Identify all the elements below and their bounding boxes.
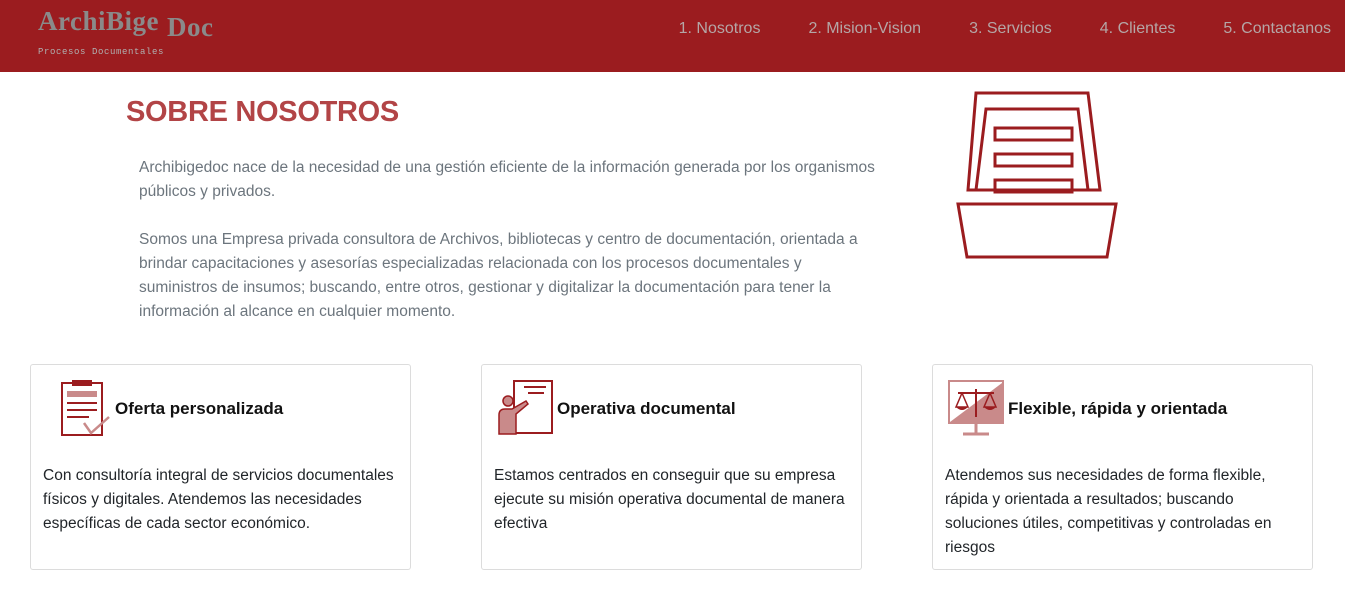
about-title: SOBRE NOSOTROS <box>126 96 399 128</box>
feature-card-oferta: Oferta personalizada Con consultoría int… <box>30 364 411 570</box>
brand-tagline: Procesos Documentales <box>38 47 165 57</box>
feature-title: Operativa documental <box>557 399 736 418</box>
balance-scale-icon <box>948 380 1004 436</box>
brand-logo-link[interactable]: ArchiBige Doc Procesos Documentales <box>38 6 214 57</box>
nav-link-clientes[interactable]: 4. Clientes <box>1100 20 1176 38</box>
nav-link-mision-vision[interactable]: 2. Mision-Vision <box>808 20 921 38</box>
feature-text: Atendemos sus necesidades de forma flexi… <box>945 467 1272 556</box>
navbar: ArchiBige Doc Procesos Documentales 1. No… <box>0 0 1345 72</box>
feature-title: Oferta personalizada <box>115 399 284 418</box>
presenter-icon <box>498 380 553 435</box>
clipboard-icon <box>61 380 110 436</box>
about-paragraph-description: Somos una Empresa privada consultora de … <box>139 231 858 320</box>
feature-card-operativa: Operativa documental Estamos centrados e… <box>481 364 862 570</box>
feature-text: Con consultoría integral de servicios do… <box>43 467 394 532</box>
feature-text: Estamos centrados en conseguir que su em… <box>494 467 845 532</box>
nav-link-contactanos[interactable]: 5. Contactanos <box>1223 20 1331 38</box>
nav-link-servicios[interactable]: 3. Servicios <box>969 20 1052 38</box>
brand-name: ArchiBige Doc <box>38 6 214 42</box>
feature-card-flexible: Flexible, rápida y orientada Atendemos s… <box>932 364 1313 570</box>
about-paragraph-intro: Archibigedoc nace de la necesidad de una… <box>139 159 875 200</box>
nav-link-nosotros[interactable]: 1. Nosotros <box>679 20 761 38</box>
archive-drawer-icon <box>956 91 1118 259</box>
feature-title: Flexible, rápida y orientada <box>1008 399 1228 418</box>
nav-menu: 1. Nosotros 2. Mision-Vision 3. Servicio… <box>679 20 1331 38</box>
